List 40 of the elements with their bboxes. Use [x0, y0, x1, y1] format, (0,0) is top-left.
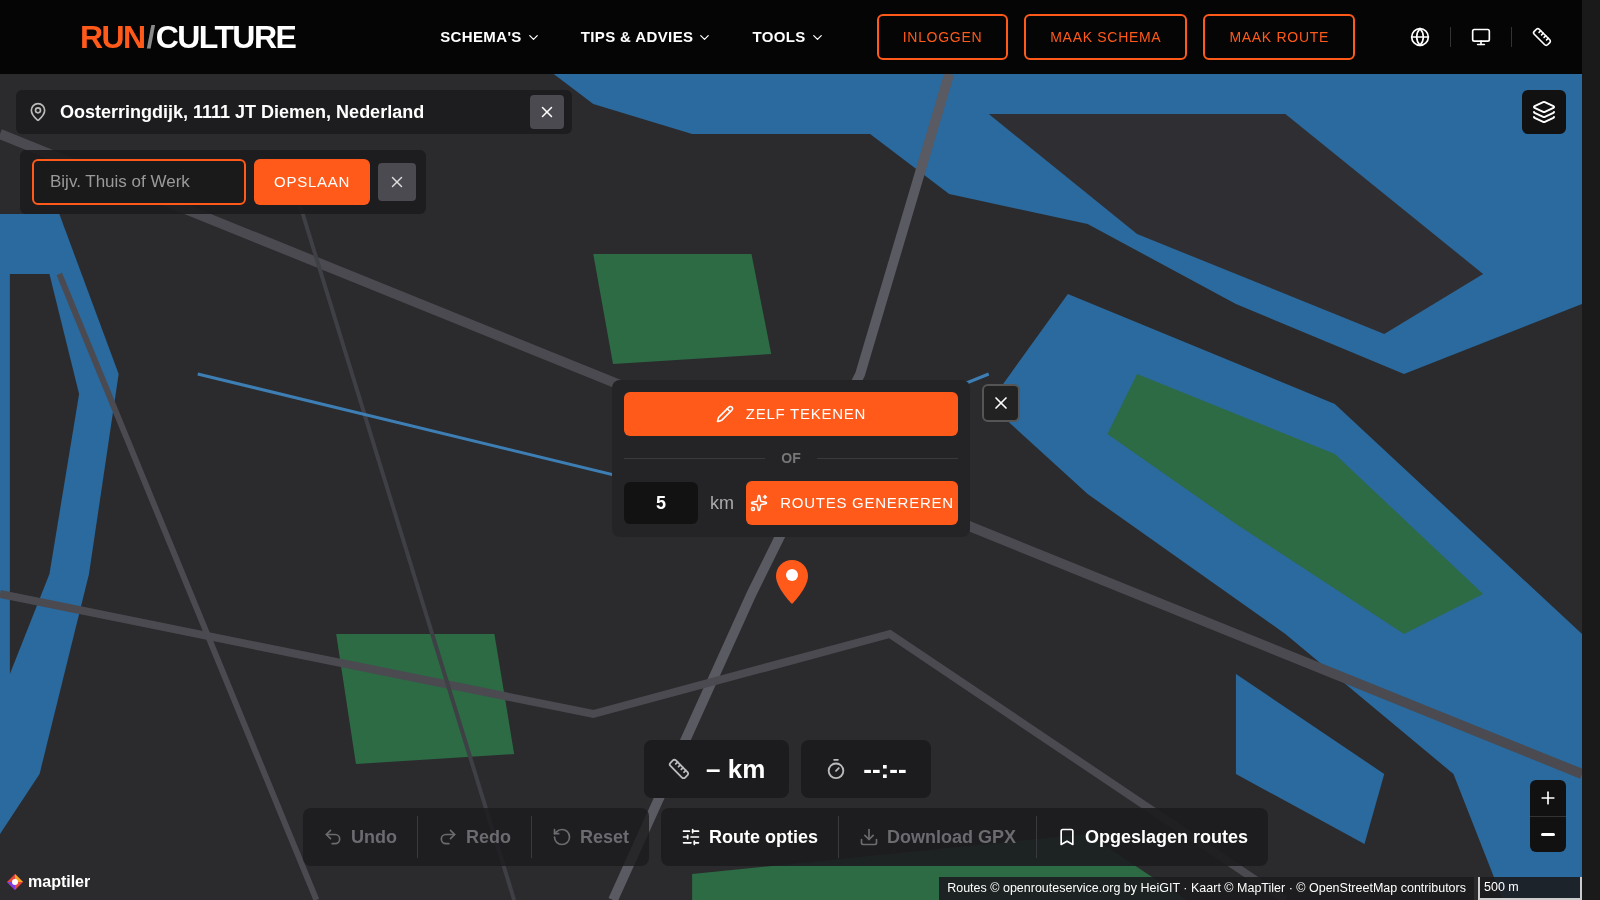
download-icon	[859, 827, 880, 847]
header-button[interactable]: MAAK SCHEMA	[1024, 14, 1188, 60]
monitor-icon[interactable]	[1471, 27, 1491, 47]
map-marker-icon	[776, 560, 808, 604]
header-button[interactable]: INLOGGEN	[876, 14, 1009, 60]
stat-value: – km	[706, 752, 766, 786]
scale-bar: 500 m	[1478, 877, 1582, 900]
scrollbar[interactable]	[1582, 0, 1600, 900]
maptiler-logo-icon	[6, 873, 24, 891]
options-icon	[681, 827, 701, 847]
layers-icon	[1532, 100, 1556, 124]
minus-icon	[1541, 833, 1555, 836]
place-name-field[interactable]: Bijv. Thuis of Werk	[32, 159, 246, 205]
divider-label: OF	[781, 449, 801, 468]
address-text: Oosterringdijk, 1111 JT Diemen, Nederland	[60, 100, 425, 124]
layers-button[interactable]	[1522, 90, 1566, 134]
nav-menu[interactable]: SCHEMA'S	[440, 25, 541, 49]
undo-icon	[323, 827, 343, 847]
close-button[interactable]	[530, 95, 564, 129]
stat-value: --:--	[863, 752, 907, 786]
pencil-icon	[715, 405, 734, 423]
header-button[interactable]: MAAK ROUTE	[1203, 14, 1355, 60]
distance-field[interactable]: 5	[624, 482, 698, 524]
distance-icon	[668, 758, 690, 780]
maptiler-logo-text: maptiler	[28, 872, 91, 892]
nav-menu[interactable]: TIPS & ADVIES	[580, 25, 713, 49]
globe-icon[interactable]	[1410, 27, 1430, 47]
ruler-icon[interactable]	[1532, 27, 1552, 47]
reset-icon	[552, 827, 572, 847]
close-button[interactable]	[982, 384, 1020, 422]
sparkles-icon	[750, 494, 769, 512]
attribution-text: Routes © openrouteservice.org by HeiGIT · Kaart © MapTiler · © OpenStreetMap contributors	[939, 877, 1474, 900]
toolbar-button[interactable]: Route opties	[661, 816, 839, 858]
unit-label: km	[710, 491, 734, 515]
toolbar-button[interactable]: Opgeslagen routes	[1036, 816, 1269, 858]
logo[interactable]: RUN/CULTURE	[80, 21, 296, 53]
nav-menu[interactable]: TOOLS	[752, 25, 825, 49]
redo-icon	[438, 827, 458, 847]
close-button[interactable]	[378, 163, 417, 201]
location-pin-icon	[28, 102, 48, 122]
